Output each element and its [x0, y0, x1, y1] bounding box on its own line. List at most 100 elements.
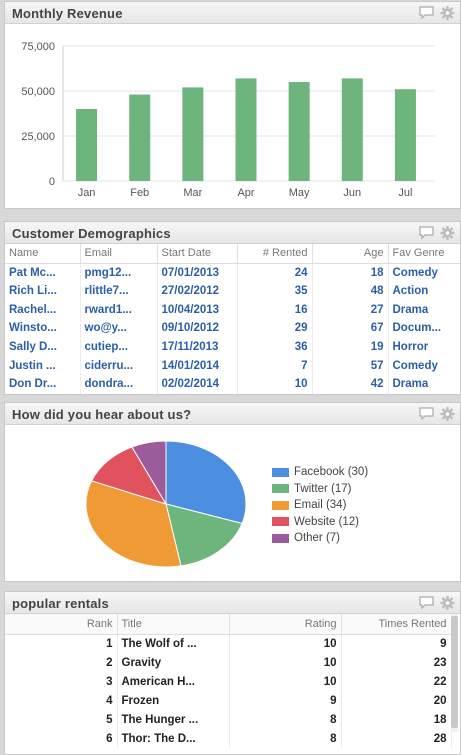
- table-row[interactable]: 4 Frozen 9 20: [5, 691, 452, 710]
- gear-icon[interactable]: [439, 5, 456, 21]
- legend-label: Website (12): [294, 515, 359, 528]
- legend-item-website[interactable]: Website (12): [272, 514, 368, 531]
- cell-genre: Comedy: [388, 356, 460, 376]
- table-row[interactable]: Pat Mc... pmg12... 07/01/2013 24 18 Comedy: [5, 263, 460, 282]
- rentals-table: Rank Title Rating Times Rented 1 The Wolf…: [5, 614, 452, 748]
- gear-icon[interactable]: [439, 225, 456, 241]
- customer-demographics-panel: Customer Demographics Name Email Start D…: [4, 221, 461, 395]
- bar-mar[interactable]: [182, 87, 204, 181]
- bar-jan[interactable]: [76, 109, 98, 181]
- cell-start-date: 09/10/2012: [157, 319, 238, 338]
- x-tick-label: Jul: [398, 187, 412, 199]
- cell-rented: 10: [237, 375, 313, 394]
- cell-email: wo@y...: [80, 319, 158, 338]
- cell-rented: 16: [237, 300, 313, 320]
- cell-age: 42: [312, 375, 389, 394]
- pie-legend: Facebook (30) Twitter (17) Email (34) We…: [272, 464, 368, 547]
- column-header-age[interactable]: Age: [312, 244, 389, 264]
- column-header-times-rented[interactable]: Times Rented: [341, 614, 452, 635]
- table-row[interactable]: 1 The Wolf of ... 10 9: [5, 634, 452, 653]
- panel-header: How did you hear about us?: [5, 403, 460, 425]
- column-header-title[interactable]: Title: [117, 614, 230, 635]
- panel-title: Monthly Revenue: [12, 6, 123, 21]
- column-header-rank[interactable]: Rank: [5, 614, 118, 635]
- table-row[interactable]: Rachel... rward1... 10/04/2013 16 27 Drama: [5, 300, 460, 320]
- comment-icon[interactable]: [418, 406, 435, 422]
- cell-start-date: 27/02/2012: [157, 281, 238, 301]
- comment-icon[interactable]: [418, 225, 435, 241]
- table-row[interactable]: Justin ... ciderru... 14/01/2014 7 57 Comedy: [5, 356, 460, 376]
- bar-feb[interactable]: [129, 94, 151, 181]
- cell-times-rented: 18: [341, 710, 452, 729]
- table-row[interactable]: Don Dr... dondra... 02/02/2014 10 42 Drama: [5, 375, 460, 394]
- x-tick-label: Jan: [78, 187, 96, 199]
- cell-rank: 3: [5, 672, 118, 691]
- cell-rating: 10: [229, 672, 342, 691]
- cell-name: Rachel...: [5, 300, 81, 320]
- comment-icon[interactable]: [418, 5, 435, 21]
- table-header-row: Name Email Start Date # Rented Age Fav G…: [5, 244, 460, 264]
- cell-rating: 10: [229, 634, 342, 653]
- cell-rented: 29: [237, 319, 313, 338]
- cell-times-rented: 28: [341, 729, 452, 748]
- column-header-rating[interactable]: Rating: [229, 614, 342, 635]
- column-header-email[interactable]: Email: [80, 244, 158, 264]
- cell-title: Thor: The D...: [117, 729, 230, 748]
- bar-may[interactable]: [288, 82, 310, 181]
- column-header-name[interactable]: Name: [5, 244, 81, 264]
- legend-item-twitter[interactable]: Twitter (17): [272, 481, 368, 498]
- cell-rank: 6: [5, 729, 118, 748]
- table-row[interactable]: Rich Li... rlittle7... 27/02/2012 35 48 Actio…: [5, 281, 460, 301]
- cell-age: 67: [312, 319, 389, 338]
- legend-swatch: [272, 484, 289, 494]
- table-row[interactable]: 5 The Hunger ... 8 18: [5, 710, 452, 729]
- cell-rank: 4: [5, 691, 118, 710]
- cell-age: 19: [312, 337, 389, 357]
- cell-start-date: 07/01/2013: [157, 263, 238, 282]
- cell-rented: 7: [237, 356, 313, 376]
- cell-rented: 24: [237, 263, 313, 282]
- table-row[interactable]: 6 Thor: The D... 8 28: [5, 729, 452, 748]
- comment-icon[interactable]: [418, 595, 435, 611]
- legend-label: Facebook (30): [294, 466, 369, 479]
- cell-email: rward1...: [80, 300, 158, 320]
- bar-jun[interactable]: [341, 78, 363, 181]
- column-header-rented[interactable]: # Rented: [237, 244, 313, 264]
- column-header-start-date[interactable]: Start Date: [157, 244, 238, 264]
- cell-name: Pat Mc...: [5, 263, 81, 282]
- referral-pie-chart: [85, 440, 247, 568]
- legend-item-email[interactable]: Email (34): [272, 497, 368, 514]
- cell-age: 27: [312, 300, 389, 320]
- bar-apr[interactable]: [235, 78, 257, 181]
- column-header-fav-genre[interactable]: Fav Genre: [388, 244, 460, 264]
- cell-rank: 2: [5, 653, 118, 672]
- gear-icon[interactable]: [439, 595, 456, 611]
- cell-email: pmg12...: [80, 263, 158, 282]
- cell-times-rented: 23: [341, 653, 452, 672]
- cell-times-rented: 20: [341, 691, 452, 710]
- cell-genre: Comedy: [388, 263, 460, 282]
- legend-swatch: [272, 533, 289, 543]
- cell-title: American H...: [117, 672, 230, 691]
- table-row[interactable]: 2 Gravity 10 23: [5, 653, 452, 672]
- cell-rating: 8: [229, 710, 342, 729]
- table-row[interactable]: 3 American H... 10 22: [5, 672, 452, 691]
- cell-name: Rich Li...: [5, 281, 81, 301]
- cell-start-date: 17/11/2013: [157, 337, 238, 357]
- bar-jul[interactable]: [394, 89, 416, 181]
- cell-rank: 5: [5, 710, 118, 729]
- scrollbar-thumb[interactable]: [451, 616, 458, 728]
- legend-item-facebook[interactable]: Facebook (30): [272, 464, 368, 481]
- cell-name: Justin ...: [5, 356, 81, 376]
- x-tick-label: Feb: [130, 187, 149, 199]
- cell-rank: 1: [5, 634, 118, 653]
- table-row[interactable]: Sally D... cutiep... 17/11/2013 36 19 Horror: [5, 337, 460, 357]
- legend-item-other[interactable]: Other (7): [272, 530, 368, 547]
- cell-age: 48: [312, 281, 389, 301]
- legend-swatch: [272, 500, 289, 510]
- table-row[interactable]: Winsto... wo@y... 09/10/2012 29 67 Docum...: [5, 319, 460, 338]
- vertical-scrollbar[interactable]: [451, 614, 458, 732]
- cell-start-date: 02/02/2014: [157, 375, 238, 394]
- cell-email: rlittle7...: [80, 281, 158, 301]
- gear-icon[interactable]: [439, 406, 456, 422]
